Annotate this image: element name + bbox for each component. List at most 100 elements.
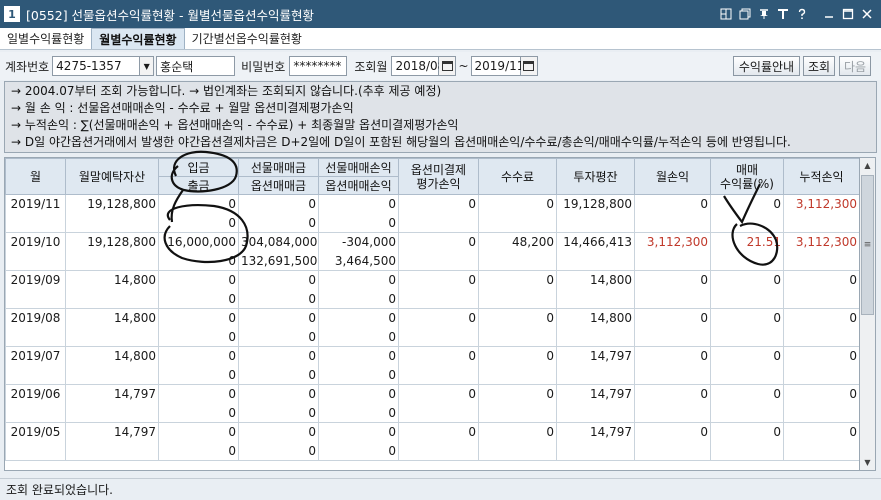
- cell-empty: [634, 251, 711, 271]
- table-row[interactable]: 2019/10 19,128,800 16,000,000 304,084,000 -3…: [5, 232, 859, 252]
- cell-fut-pnl: 0: [318, 308, 399, 328]
- table-row[interactable]: 2019/09 14,800 0 0 0 0 0 14,800 0 0 0: [5, 270, 859, 290]
- tab-period-returns[interactable]: 기간별선옵수익률현황: [185, 28, 309, 49]
- cell-deposit: 16,000,000: [158, 232, 239, 252]
- restore-icon[interactable]: [736, 5, 753, 22]
- grid-body: 2019/11 19,128,800 0 0 0 0 0 19,128,800 0 0 3,112,…: [5, 194, 859, 461]
- returns-grid: 월 월말예탁자산 입금 선물매매금 선물매매손익 옵션미결제 평가손익 수수료 …: [4, 157, 860, 471]
- cell-fut-pnl: 0: [318, 346, 399, 366]
- next-button[interactable]: 다음: [839, 56, 871, 76]
- cell-month: 2019/07: [5, 346, 66, 366]
- table-row[interactable]: 2019/06 14,797 0 0 0 0 0 14,797 0 0 0: [5, 384, 859, 404]
- close-icon[interactable]: [858, 5, 875, 22]
- cell-empty: [634, 403, 711, 423]
- header-cum-pnl: 누적손익: [783, 158, 859, 195]
- font-icon[interactable]: [774, 5, 791, 22]
- cell-empty: [556, 289, 635, 309]
- return-guide-button[interactable]: 수익률안내: [733, 56, 800, 76]
- cell-empty: [65, 403, 159, 423]
- cell-opt-eval: 0: [398, 308, 479, 328]
- cell-opt-amount: 0: [238, 289, 319, 309]
- cell-cum-pnl: 0: [783, 384, 859, 404]
- cell-empty: [478, 327, 557, 347]
- password-input[interactable]: ********: [289, 56, 348, 76]
- table-row[interactable]: 2019/07 14,800 0 0 0 0 0 14,797 0 0 0: [5, 346, 859, 366]
- cell-fut-amount: 0: [238, 422, 319, 442]
- cell-opt-eval: 0: [398, 422, 479, 442]
- cell-empty: [478, 251, 557, 271]
- cell-end-assets: 14,800: [65, 308, 159, 328]
- cell-opt-amount: 132,691,500: [238, 251, 319, 271]
- scroll-up-arrow[interactable]: ▲: [860, 158, 875, 173]
- cell-empty: [634, 365, 711, 385]
- cell-monthly-pnl: 0: [634, 194, 711, 214]
- pin-icon[interactable]: [755, 5, 772, 22]
- cell-empty: [5, 365, 66, 385]
- to-month-calendar-button[interactable]: [520, 56, 538, 76]
- grid-scrollbar[interactable]: ▲ ≡ ▼: [860, 157, 876, 471]
- help-icon[interactable]: [793, 5, 810, 22]
- password-label: 비밀번호: [241, 59, 286, 74]
- cell-empty: [65, 365, 159, 385]
- table-row-sub[interactable]: 000: [5, 365, 859, 385]
- account-dropdown-button[interactable]: ▼: [140, 56, 155, 76]
- minimize-icon[interactable]: [820, 5, 837, 22]
- to-month-input[interactable]: 2019/11: [470, 56, 524, 76]
- cell-opt-eval: 0: [398, 346, 479, 366]
- table-row[interactable]: 2019/08 14,800 0 0 0 0 0 14,800 0 0 0: [5, 308, 859, 328]
- cell-month: 2019/11: [5, 194, 66, 214]
- scroll-thumb[interactable]: ≡: [861, 175, 874, 315]
- table-row-sub[interactable]: 000: [5, 289, 859, 309]
- table-row[interactable]: 2019/11 19,128,800 0 0 0 0 0 19,128,800 0 0 3,112,…: [5, 194, 859, 214]
- table-row-sub[interactable]: 000: [5, 403, 859, 423]
- cell-end-assets: 14,800: [65, 270, 159, 290]
- cell-empty: [398, 213, 479, 233]
- cell-opt-amount: 0: [238, 403, 319, 423]
- cell-fut-amount: 0: [238, 308, 319, 328]
- query-button[interactable]: 조회: [803, 56, 835, 76]
- table-row-sub[interactable]: 0 132,691,500 3,464,500: [5, 251, 859, 271]
- cell-empty: [65, 289, 159, 309]
- cell-empty: [710, 251, 784, 271]
- cell-fee: 0: [478, 422, 557, 442]
- range-separator: ~: [458, 59, 469, 73]
- cell-avg-balance: 14,797: [556, 346, 635, 366]
- layout-icon[interactable]: [717, 5, 734, 22]
- tab-monthly-returns[interactable]: 월별수익률현황: [91, 28, 185, 49]
- from-month-calendar-button[interactable]: [439, 56, 457, 76]
- cell-empty: [783, 441, 859, 461]
- cell-empty: [556, 251, 635, 271]
- table-row-sub[interactable]: 000: [5, 213, 859, 233]
- notice-line: → 월 손 익 : 선물옵션매매손익 - 수수료 + 월말 옵션미결제평가손익: [11, 101, 354, 115]
- cell-avg-balance: 14,800: [556, 308, 635, 328]
- cell-empty: [710, 327, 784, 347]
- table-row[interactable]: 2019/05 14,797 0 0 0 0 0 14,797 0 0 0: [5, 422, 859, 442]
- cell-empty: [5, 441, 66, 461]
- account-input[interactable]: 4275-1357: [52, 56, 141, 76]
- cell-fee: 0: [478, 270, 557, 290]
- cell-return-rate: 0: [710, 422, 784, 442]
- cell-withdrawal: 0: [158, 289, 239, 309]
- window-number-badge: 1: [4, 6, 20, 22]
- tab-daily-returns[interactable]: 일별수익률현황: [0, 28, 91, 49]
- cell-monthly-pnl: 3,112,300: [634, 232, 711, 252]
- maximize-icon[interactable]: [839, 5, 856, 22]
- notice-line: → D일 야간옵션거래에서 발생한 야간옵션결제차금은 D+2일에 D일이 포함…: [11, 135, 791, 149]
- table-row-sub[interactable]: 000: [5, 441, 859, 461]
- title-tools: [717, 5, 875, 22]
- cell-empty: [556, 327, 635, 347]
- scroll-down-arrow[interactable]: ▼: [860, 455, 875, 470]
- cell-fee: 48,200: [478, 232, 557, 252]
- cell-fut-amount: 0: [238, 194, 319, 214]
- cell-empty: [5, 251, 66, 271]
- cell-avg-balance: 14,797: [556, 422, 635, 442]
- cell-monthly-pnl: 0: [634, 308, 711, 328]
- cell-fut-amount: 0: [238, 270, 319, 290]
- header-opt-amount: 옵션매매금: [238, 176, 319, 195]
- status-text: 조회 완료되었습니다.: [6, 483, 113, 497]
- table-row-sub[interactable]: 000: [5, 327, 859, 347]
- cell-withdrawal: 0: [158, 327, 239, 347]
- from-month-input[interactable]: 2018/08: [391, 56, 445, 76]
- account-label: 계좌번호: [5, 59, 50, 74]
- cell-fut-amount: 0: [238, 384, 319, 404]
